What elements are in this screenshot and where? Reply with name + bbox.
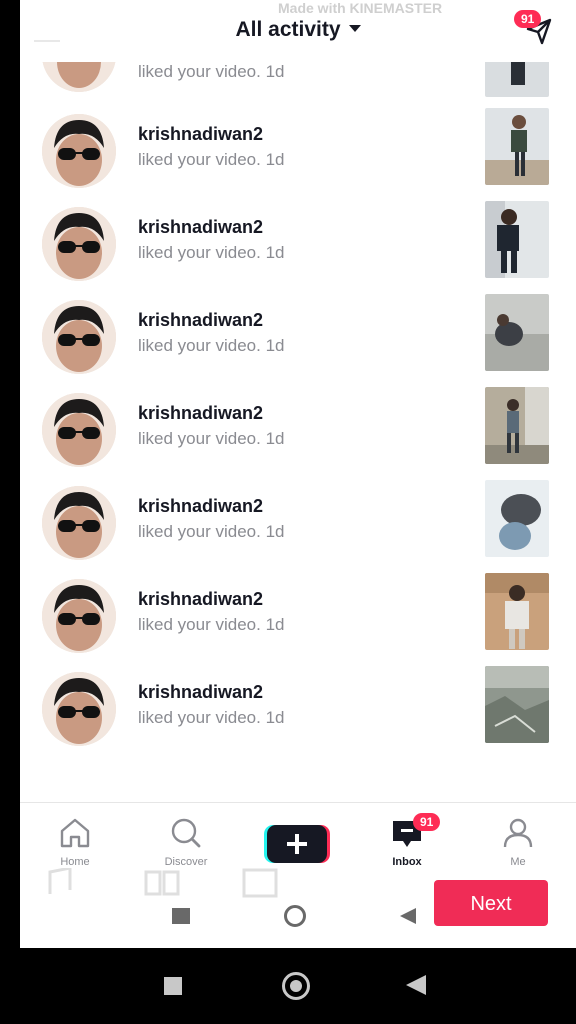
activity-filter-dropdown[interactable]: All activity [20,18,576,42]
bottom-tab-bar: Home Discover 91 Inbox Me [20,802,576,879]
activity-message: liked your video. 1d [138,615,285,634]
video-thumbnail[interactable] [485,387,549,464]
tab-me[interactable]: Me [478,817,558,868]
video-thumbnail[interactable] [485,201,549,278]
avatar[interactable] [42,672,116,746]
avatar[interactable] [42,207,116,281]
activity-row[interactable]: krishnadiwan2 liked your video. 1d [20,187,576,281]
person-icon [503,818,533,848]
ghost-music-icon [40,866,80,898]
activity-message: liked your video. 1d [138,243,285,262]
tab-home[interactable]: Home [35,817,115,868]
caret-down-icon [348,24,361,32]
activity-row[interactable]: krishnadiwan2 liked your video. 1d [20,652,576,746]
activity-username[interactable]: krishnadiwan2 [138,682,284,703]
back-icon[interactable] [406,975,426,995]
ghost-home-icon [284,905,306,927]
tab-discover[interactable]: Discover [146,817,226,868]
inbox-badge: 91 [413,813,441,831]
next-button[interactable]: Next [434,880,548,926]
video-thumbnail[interactable] [485,480,549,557]
activity-message: liked your video. 1d [138,429,285,448]
system-nav-bar [0,948,576,1024]
tab-label: Home [60,856,90,868]
activity-list: liked your video. 1d krishnadiwan2 liked… [20,18,576,746]
ghost-back-icon [400,908,416,924]
tab-label: Discover [164,856,208,868]
activity-row[interactable]: krishnadiwan2 liked your video. 1d [20,559,576,653]
avatar[interactable] [42,300,116,374]
dm-badge: 91 [514,10,542,28]
activity-message: liked your video. 1d [138,522,285,541]
ghost-effects-icon [142,868,182,898]
tab-inbox[interactable]: 91 Inbox [367,813,447,868]
avatar[interactable] [42,114,116,188]
tab-label: Inbox [392,856,422,868]
activity-row[interactable]: krishnadiwan2 liked your video. 1d [20,94,576,188]
header: Made with KINEMASTER All activity 91 [20,0,576,62]
avatar[interactable] [42,486,116,560]
activity-row[interactable]: krishnadiwan2 liked your video. 1d [20,280,576,374]
left-black-edge [0,0,20,1024]
activity-message: liked your video. 1d [138,336,285,355]
activity-username[interactable]: krishnadiwan2 [138,589,284,610]
activity-username[interactable]: krishnadiwan2 [138,124,284,145]
watermark: Made with KINEMASTER [278,0,443,16]
home-button-icon[interactable] [282,972,310,1000]
video-thumbnail[interactable] [485,573,549,650]
avatar[interactable] [42,393,116,467]
activity-username[interactable]: krishnadiwan2 [138,310,284,331]
activity-username[interactable]: krishnadiwan2 [138,217,284,238]
activity-row[interactable]: krishnadiwan2 liked your video. 1d [20,373,576,467]
home-icon [60,818,90,848]
plus-icon [264,825,330,863]
avatar[interactable] [42,579,116,653]
recents-icon[interactable] [164,977,182,995]
video-thumbnail[interactable] [485,108,549,185]
activity-message: liked your video. 1d [138,150,285,169]
ghost-stop-icon [172,908,190,924]
page-title: All activity [235,18,341,41]
create-video-button[interactable] [264,825,330,863]
tab-label: Me [510,856,526,868]
search-icon [171,818,201,848]
video-thumbnail[interactable] [485,666,549,743]
video-thumbnail[interactable] [485,294,549,371]
ghost-sticker-icon [240,866,280,900]
direct-message-button[interactable]: 91 [514,10,554,46]
activity-row[interactable]: krishnadiwan2 liked your video. 1d [20,466,576,560]
activity-message: liked your video. 1d [138,708,285,727]
activity-username[interactable]: krishnadiwan2 [138,403,284,424]
activity-username[interactable]: krishnadiwan2 [138,496,284,517]
activity-message: liked your video. 1d [138,62,285,81]
app-screen: Made with KINEMASTER All activity 91 lik… [20,0,576,948]
